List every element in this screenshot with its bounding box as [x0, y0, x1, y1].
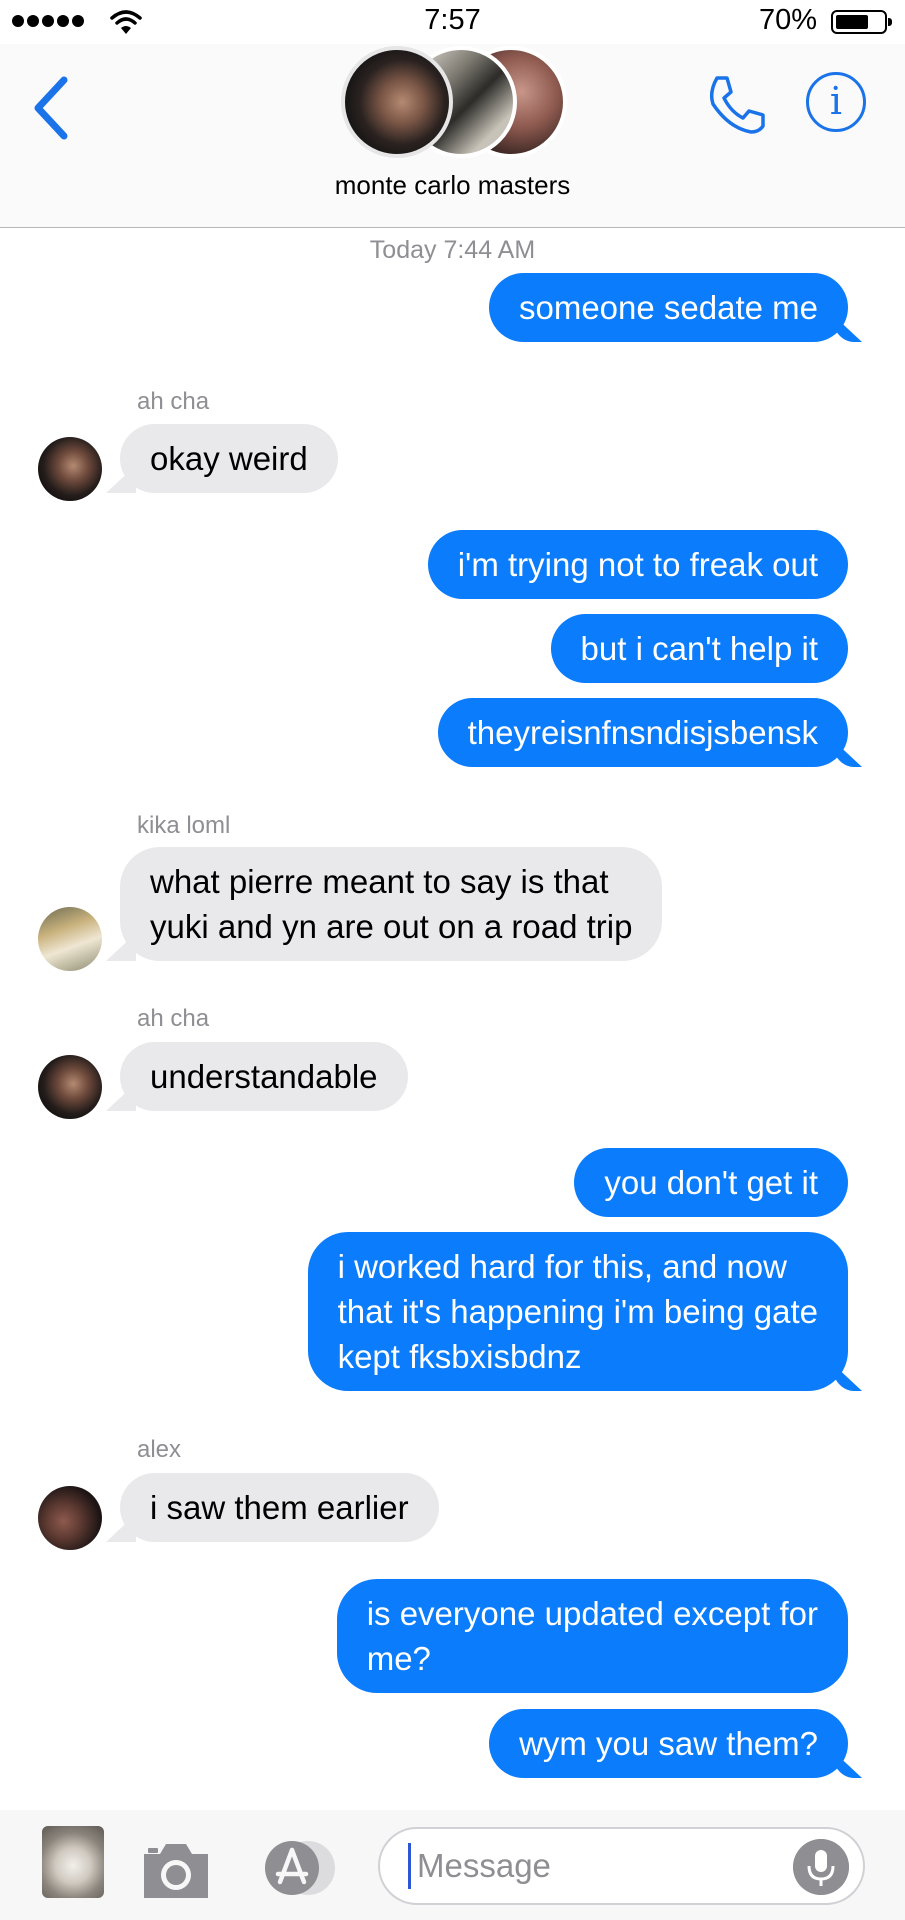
message-bubble-outgoing[interactable]: you don't get it [574, 1148, 848, 1217]
back-button[interactable] [28, 72, 78, 142]
group-avatar-1 [341, 46, 453, 158]
avatar[interactable] [38, 437, 102, 501]
message-text: understandable [150, 1058, 378, 1095]
message-text: kept fksbxisbdnz [337, 1338, 582, 1375]
sender-name: ah cha [137, 388, 210, 415]
group-name[interactable]: monte carlo masters [0, 170, 905, 201]
message-bubble-outgoing[interactable]: i worked hard for this, and now that it'… [307, 1232, 848, 1391]
message-text: you don't get it [604, 1164, 818, 1201]
message-text: is everyone updated except for [366, 1595, 818, 1632]
message-bubble-outgoing[interactable]: theyreisnfnsndisjsbensk [437, 698, 848, 767]
battery-fill [836, 15, 868, 29]
compose-bar [0, 1810, 905, 1920]
message-text: i'm trying not to freak out [457, 546, 818, 583]
message-bubble-outgoing[interactable]: wym you saw them? [489, 1709, 848, 1778]
battery-percentage: 70% [758, 4, 817, 36]
message-text: me? [366, 1640, 431, 1677]
message-bubble-incoming[interactable]: okay weird [120, 424, 338, 493]
message-text: i saw them earlier [150, 1489, 409, 1526]
message-bubble-outgoing[interactable]: i'm trying not to freak out [427, 530, 848, 599]
message-bubble-incoming[interactable]: i saw them earlier [120, 1473, 439, 1542]
avatar[interactable] [38, 907, 102, 971]
sender-name: kika loml [137, 812, 231, 839]
camera-icon[interactable] [140, 1840, 212, 1900]
message-bubble-outgoing[interactable]: is everyone updated except for me? [336, 1579, 848, 1693]
message-text: that it's happening i'm being gate [337, 1293, 818, 1330]
conversation-timestamp: Today 7:44 AM [369, 236, 536, 264]
group-avatars[interactable] [337, 44, 567, 160]
message-bubble-outgoing[interactable]: but i can't help it [550, 614, 848, 683]
message-field[interactable] [378, 1827, 865, 1905]
avatar[interactable] [38, 1055, 102, 1119]
microphone-icon[interactable] [793, 1839, 849, 1895]
message-text: i worked hard for this, and now [337, 1248, 787, 1285]
info-button[interactable]: i [806, 72, 866, 132]
avatar[interactable] [38, 1486, 102, 1550]
message-bubble-incoming[interactable]: what pierre meant to say is that yuki an… [120, 847, 663, 961]
sender-name: alex [137, 1436, 182, 1463]
phone-icon[interactable] [703, 72, 769, 138]
message-text: wym you saw them? [519, 1725, 818, 1762]
message-text: theyreisnfnsndisjsbensk [467, 714, 818, 751]
message-bubble-outgoing[interactable]: someone sedate me [488, 273, 848, 342]
photo-thumbnail[interactable] [42, 1826, 104, 1898]
message-text: yuki and yn are out on a road trip [150, 908, 633, 945]
battery-icon [831, 10, 892, 34]
conversation-header: monte carlo masters i [0, 44, 905, 228]
app-store-icon[interactable] [258, 1838, 338, 1898]
message-input[interactable] [408, 1843, 777, 1889]
message-text: someone sedate me [518, 289, 818, 326]
message-text: what pierre meant to say is that [150, 863, 609, 900]
message-text: okay weird [150, 440, 308, 477]
message-bubble-incoming[interactable]: understandable [120, 1042, 408, 1111]
message-text: but i can't help it [580, 630, 818, 667]
sender-name: ah cha [137, 1005, 210, 1032]
status-bar: 7:57 70% [0, 0, 905, 44]
